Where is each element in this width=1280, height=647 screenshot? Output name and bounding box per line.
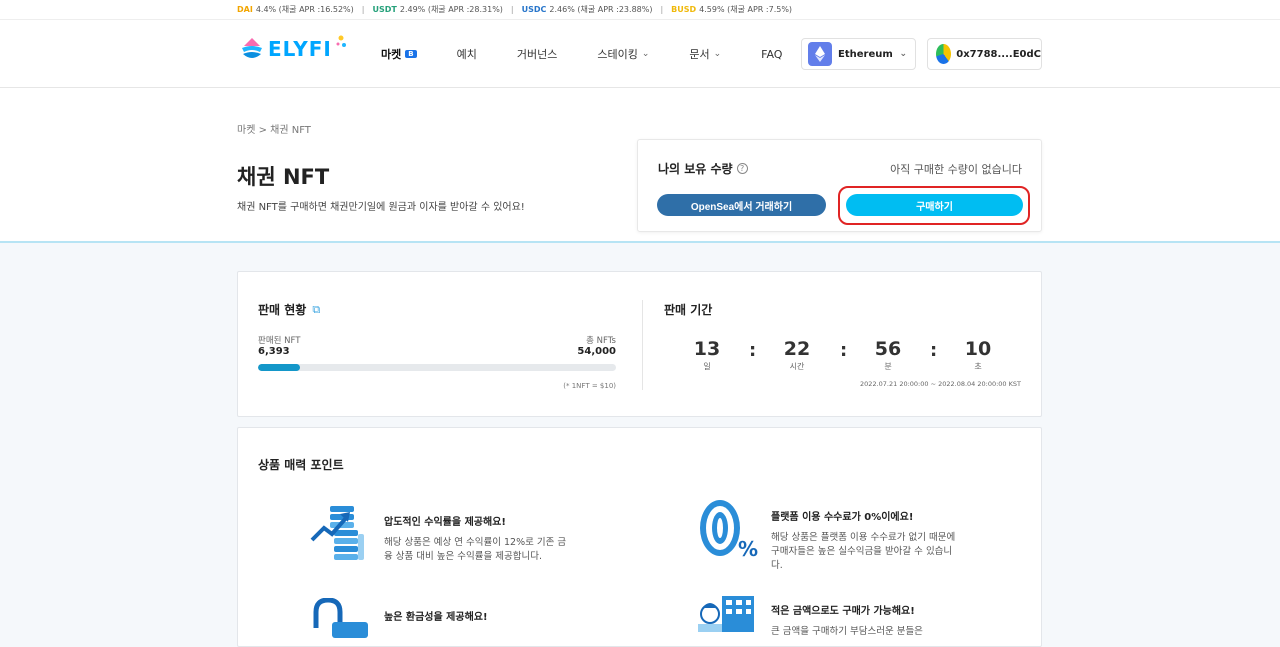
nft-price-note: (* 1NFT = $10) [563,382,616,390]
holding-card: 나의 보유 수량 ? 아직 구매한 수량이 없습니다 OpenSea에서 거래하… [637,139,1042,232]
holding-status: 아직 구매한 수량이 없습니다 [890,163,1022,176]
elyfi-logo[interactable]: ELYFI [240,35,346,62]
hero-section: 마켓 > 채권 NFT 채권 NFT 채권 NFT를 구매하면 채권만기일에 원… [0,88,1280,243]
opensea-trade-button[interactable]: OpenSea에서 거래하기 [657,194,826,216]
main-nav: 마켓 B 예치 거버넌스 스테이킹 ⌄ 문서 ⌄ FAQ [381,20,822,88]
sales-status-card: 판매 현황 ⧉ 판매된 NFT 6,393 총 NFTs 54,000 (* 1… [237,271,1042,417]
sale-period-range: 2022.07.21 20:00:00 ~ 2022.08.04 20:00:0… [860,380,1021,388]
ticker-separator: | [510,5,514,14]
sales-progress-fill [258,364,301,371]
elyfi-logo-icon [242,38,262,58]
sold-nft-label: 판매된 NFT [258,336,301,346]
nav-item-deposit[interactable]: 예치 [457,46,477,62]
page-title: 채권 NFT [237,165,330,189]
logo-text: ELYFI [268,37,332,61]
product-points-card: 상품 매력 포인트 압도적인 수익률을 제공해요! 해당 상품은 예상 연 수익… [237,427,1042,647]
sales-progress-bar [258,364,616,371]
site-header: ELYFI 마켓 B 예치 거버넌스 스테이킹 ⌄ 문서 ⌄ FAQ Ethereu… [0,20,1280,88]
feature-liquidity: 높은 환금성을 제공해요! [384,612,488,623]
beta-badge: B [405,50,417,58]
countdown-colon: : [930,340,938,361]
feature-small-amount: 적은 금액으로도 구매가 가능해요! 큰 금액을 구매하기 부담스러운 분들은 [771,606,923,637]
page-description: 채권 NFT를 구매하면 채권만기일에 원금과 이자를 받아갈 수 있어요! [237,202,525,213]
feature-zero-fee: 플랫폼 이용 수수료가 0%이에요! 해당 상품은 플랫폼 이용 수수료가 없기… [771,512,956,571]
countdown-days: 13 일 [693,338,721,371]
countdown-seconds: 10 초 [964,338,992,371]
holding-title: 나의 보유 수량 ? [658,160,748,177]
ticker-separator: | [660,5,664,14]
network-name: Ethereum [838,48,893,60]
ethereum-icon [808,42,832,66]
external-link-icon[interactable]: ⧉ [312,303,320,317]
svg-text:%: % [738,537,758,560]
feature-high-yield: 압도적인 수익률을 제공해요! 해당 상품은 예상 연 수익률이 12%로 기존… [384,517,567,562]
nav-item-market[interactable]: 마켓 B [381,46,417,62]
chevron-down-icon: ⌄ [899,49,907,59]
chevron-down-icon: ⌄ [641,49,650,59]
total-nft-label: 총 NFTs [586,336,616,346]
ticker-item-usdc: USDC 2.46% (채굴 APR :23.88%) [521,5,653,14]
countdown-timer: 13 일 : 22 시간 : 56 분 : 10 초 [678,338,998,378]
building-person-icon [698,596,754,632]
rising-chart-coins-icon [310,506,364,560]
nav-item-docs[interactable]: 문서 ⌄ [689,46,721,62]
ticker-item-busd: BUSD 4.59% (채굴 APR :7.5%) [671,5,793,14]
countdown-minutes: 56 분 [874,338,902,371]
points-title: 상품 매력 포인트 [258,458,344,472]
logo-dots-icon [336,35,346,47]
buy-button[interactable]: 구매하기 [846,194,1023,216]
total-nft-value: 54,000 [577,346,616,357]
zero-percent-icon: % [700,500,758,560]
lock-wallet-icon [313,598,368,638]
countdown-colon: : [749,340,757,361]
ticker-item-dai: DAI 4.4% (채굴 APR :16.52%) [237,5,354,14]
wallet-address: 0x7788....E0dC [956,48,1041,60]
ticker-item-usdt: USDT 2.49% (채굴 APR :28.31%) [372,5,503,14]
wallet-avatar [936,44,952,64]
countdown-colon: : [840,340,848,361]
ticker-separator: | [361,5,365,14]
sales-title: 판매 현황 ⧉ [258,302,321,318]
breadcrumb[interactable]: 마켓 > 채권 NFT [237,121,311,136]
help-icon[interactable]: ? [736,163,748,174]
sale-period-title: 판매 기간 [664,303,713,317]
rate-ticker: DAI 4.4% (채굴 APR :16.52%) | USDT 2.49% (채굴… [0,0,1280,20]
divider [642,300,643,390]
nav-item-governance[interactable]: 거버넌스 [517,46,557,62]
wallet-button[interactable]: 0x7788....E0dC [927,38,1042,70]
network-selector[interactable]: Ethereum ⌄ [801,38,916,70]
nav-item-faq[interactable]: FAQ [761,48,782,61]
chevron-down-icon: ⌄ [713,49,722,59]
nav-item-staking[interactable]: 스테이킹 ⌄ [597,46,649,62]
countdown-hours: 22 시간 [783,338,811,371]
sold-nft-value: 6,393 [258,346,290,357]
